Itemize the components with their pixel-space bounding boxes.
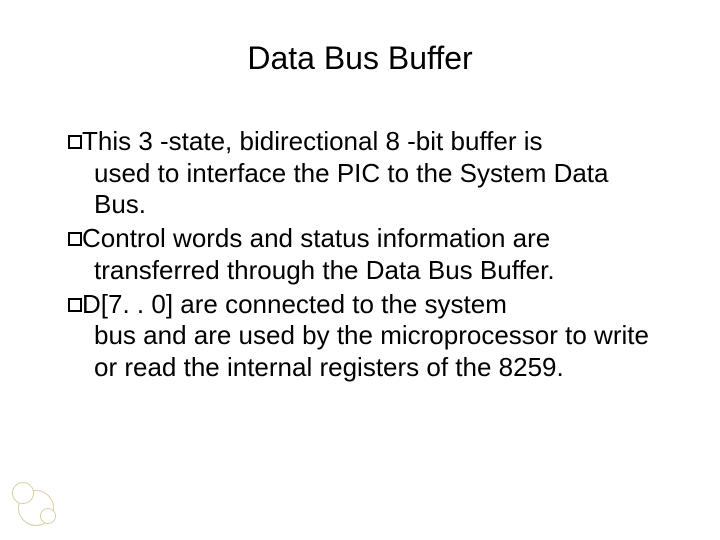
slide-title: Data Bus Buffer	[0, 40, 720, 77]
square-bullet-icon	[68, 298, 82, 312]
bullet-text-cont: transferred through the Data Bus Buffer.	[68, 255, 650, 287]
bullet-text: D[7. . 0] are connected to the system	[82, 289, 507, 319]
bullet-item: This 3 -state, bidirectional 8 -bit buff…	[68, 126, 650, 221]
square-bullet-icon	[68, 135, 82, 149]
square-bullet-icon	[68, 232, 82, 246]
bullet-item: Control words and status information are…	[68, 223, 650, 286]
bullet-text-cont: bus and are used by the microprocessor t…	[68, 320, 650, 383]
bullet-text-cont: used to interface the PIC to the System …	[68, 158, 650, 221]
slide: Data Bus Buffer This 3 -state, bidirecti…	[0, 0, 720, 540]
bullet-text: This 3 -state, bidirectional 8 -bit buff…	[82, 126, 543, 156]
corner-decoration-icon	[12, 482, 58, 528]
bullet-text: Control words and status information are	[82, 223, 550, 253]
bullet-item: D[7. . 0] are connected to the system bu…	[68, 289, 650, 384]
slide-body: This 3 -state, bidirectional 8 -bit buff…	[68, 126, 650, 386]
